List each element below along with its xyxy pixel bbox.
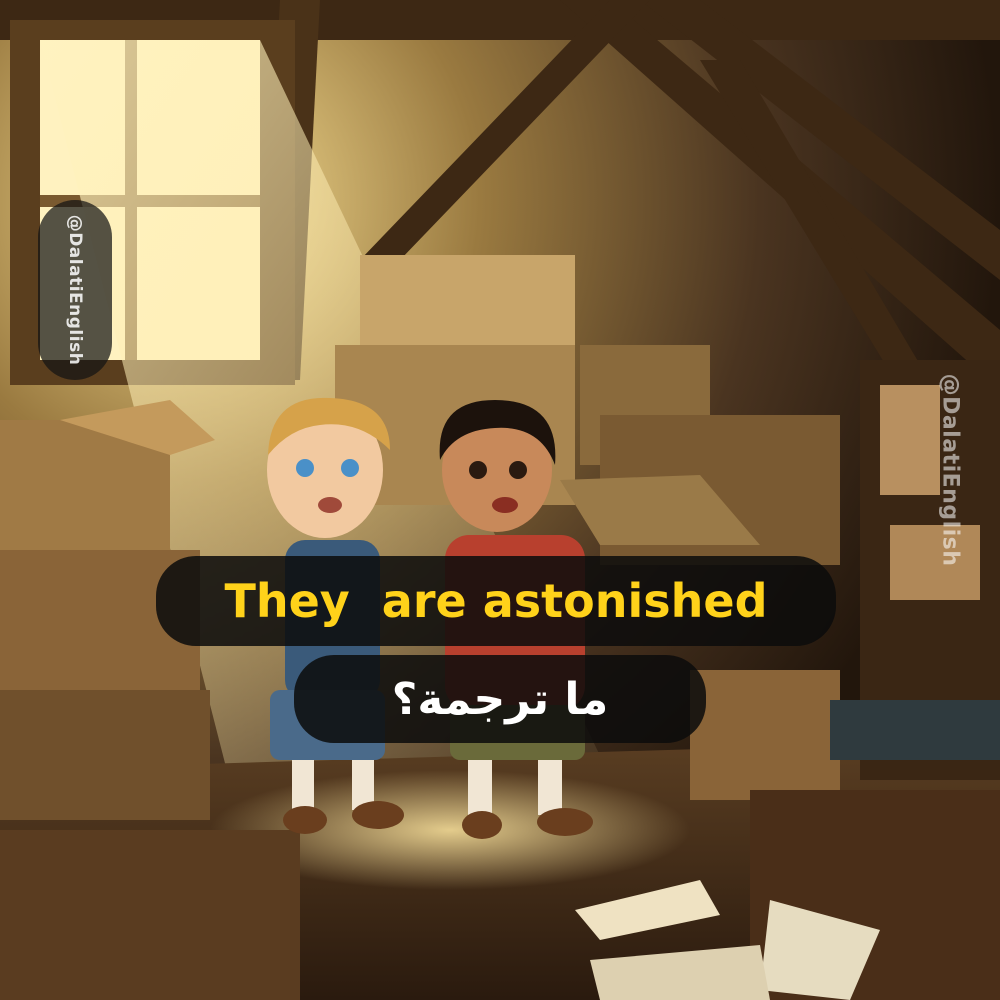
attic-illustration: @DalatiEnglish @DalatiEnglish They are a… bbox=[0, 0, 1000, 1000]
caption-arabic-banner: ما ترجمة؟ bbox=[294, 655, 706, 743]
watermark-left: @DalatiEnglish bbox=[65, 214, 85, 366]
caption-english-banner: They are astonished bbox=[156, 556, 836, 646]
caption-english-text: They are astonished bbox=[224, 574, 768, 628]
attic-background bbox=[0, 0, 1000, 1000]
caption-arabic-text: ما ترجمة؟ bbox=[391, 673, 609, 725]
watermark-right: @DalatiEnglish bbox=[937, 373, 963, 567]
